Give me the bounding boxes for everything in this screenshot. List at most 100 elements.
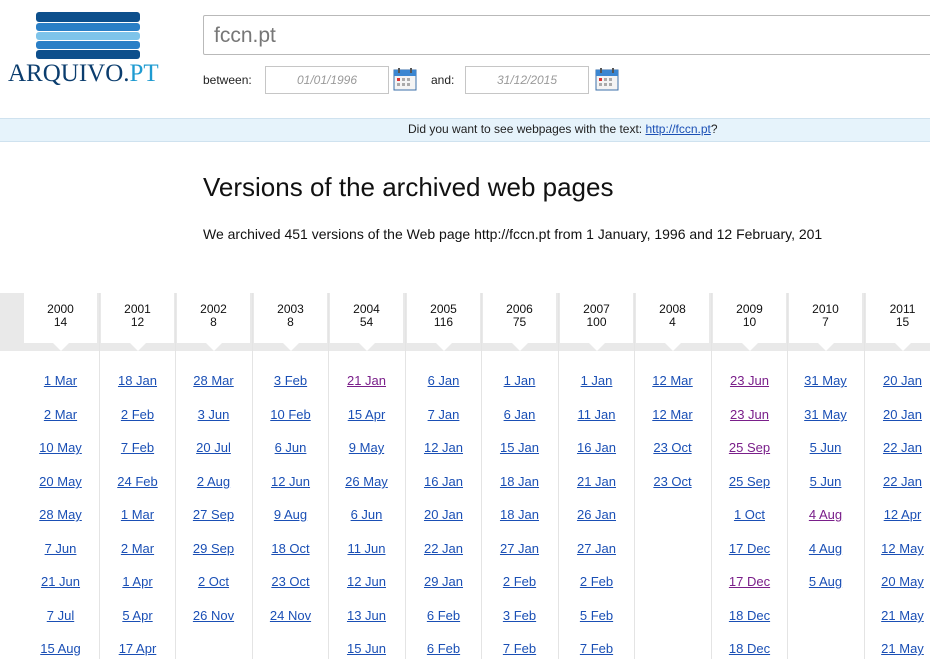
version-link[interactable]: 1 Apr bbox=[101, 574, 174, 589]
version-link[interactable]: 2 Mar bbox=[101, 541, 174, 556]
version-link[interactable]: 6 Jan bbox=[407, 373, 480, 388]
version-link[interactable]: 6 Jan bbox=[483, 407, 556, 422]
version-link[interactable]: 26 May bbox=[330, 474, 403, 489]
calendar-icon[interactable] bbox=[595, 67, 619, 91]
version-link[interactable]: 23 Oct bbox=[636, 440, 709, 455]
version-link[interactable]: 2 Feb bbox=[101, 407, 174, 422]
version-link[interactable]: 22 Jan bbox=[866, 474, 930, 489]
version-link[interactable]: 21 Jan bbox=[560, 474, 633, 489]
version-link[interactable]: 7 Jan bbox=[407, 407, 480, 422]
version-link[interactable]: 12 Jun bbox=[254, 474, 327, 489]
version-link[interactable]: 12 Mar bbox=[636, 407, 709, 422]
version-link[interactable]: 22 Jan bbox=[407, 541, 480, 556]
arquivo-logo[interactable]: ARQUIVO.PT bbox=[8, 12, 168, 87]
suggestion-link[interactable]: http://fccn.pt bbox=[645, 122, 710, 136]
version-link[interactable]: 24 Nov bbox=[254, 608, 327, 623]
version-link[interactable]: 27 Jan bbox=[560, 541, 633, 556]
version-link[interactable]: 15 Aug bbox=[24, 641, 97, 656]
version-link[interactable]: 18 Dec bbox=[713, 641, 786, 656]
version-link[interactable]: 23 Oct bbox=[254, 574, 327, 589]
version-link[interactable]: 5 Feb bbox=[560, 608, 633, 623]
version-link[interactable]: 15 Apr bbox=[330, 407, 403, 422]
version-link[interactable]: 18 Jan bbox=[483, 507, 556, 522]
version-link[interactable]: 13 Jun bbox=[330, 608, 403, 623]
version-link[interactable]: 18 Dec bbox=[713, 608, 786, 623]
version-link[interactable]: 20 Jan bbox=[407, 507, 480, 522]
version-link[interactable]: 7 Feb bbox=[483, 641, 556, 656]
version-link[interactable]: 3 Feb bbox=[254, 373, 327, 388]
version-link[interactable]: 11 Jun bbox=[330, 541, 403, 556]
version-link[interactable]: 12 Jan bbox=[407, 440, 480, 455]
version-link[interactable]: 17 Apr bbox=[101, 641, 174, 656]
version-link[interactable]: 7 Jun bbox=[24, 541, 97, 556]
version-link[interactable]: 7 Jul bbox=[24, 608, 97, 623]
version-link[interactable]: 25 Sep bbox=[713, 474, 786, 489]
version-link[interactable]: 12 Apr bbox=[866, 507, 930, 522]
version-link[interactable]: 6 Feb bbox=[407, 641, 480, 656]
version-link[interactable]: 12 May bbox=[866, 541, 930, 556]
version-link[interactable]: 1 Jan bbox=[560, 373, 633, 388]
version-link[interactable]: 16 Jan bbox=[560, 440, 633, 455]
version-link[interactable]: 23 Jun bbox=[713, 407, 786, 422]
version-link[interactable]: 27 Jan bbox=[483, 541, 556, 556]
version-link[interactable]: 2 Aug bbox=[177, 474, 250, 489]
version-link[interactable]: 28 May bbox=[24, 507, 97, 522]
version-link[interactable]: 21 Jan bbox=[330, 373, 403, 388]
version-link[interactable]: 7 Feb bbox=[101, 440, 174, 455]
version-link[interactable]: 9 Aug bbox=[254, 507, 327, 522]
version-link[interactable]: 2 Feb bbox=[560, 574, 633, 589]
version-link[interactable]: 9 May bbox=[330, 440, 403, 455]
version-link[interactable]: 25 Sep bbox=[713, 440, 786, 455]
version-link[interactable]: 18 Jan bbox=[483, 474, 556, 489]
version-link[interactable]: 1 Oct bbox=[713, 507, 786, 522]
version-link[interactable]: 20 May bbox=[24, 474, 97, 489]
version-link[interactable]: 16 Jan bbox=[407, 474, 480, 489]
version-link[interactable]: 2 Mar bbox=[24, 407, 97, 422]
version-link[interactable]: 21 Jun bbox=[24, 574, 97, 589]
version-link[interactable]: 12 Mar bbox=[636, 373, 709, 388]
version-link[interactable]: 2 Feb bbox=[483, 574, 556, 589]
version-link[interactable]: 21 May bbox=[866, 608, 930, 623]
version-link[interactable]: 31 May bbox=[789, 373, 862, 388]
version-link[interactable]: 10 Feb bbox=[254, 407, 327, 422]
version-link[interactable]: 4 Aug bbox=[789, 541, 862, 556]
version-link[interactable]: 17 Dec bbox=[713, 541, 786, 556]
version-link[interactable]: 3 Feb bbox=[483, 608, 556, 623]
version-link[interactable]: 22 Jan bbox=[866, 440, 930, 455]
version-link[interactable]: 5 Jun bbox=[789, 440, 862, 455]
version-link[interactable]: 6 Jun bbox=[254, 440, 327, 455]
version-link[interactable]: 20 Jan bbox=[866, 407, 930, 422]
version-link[interactable]: 10 May bbox=[24, 440, 97, 455]
version-link[interactable]: 6 Feb bbox=[407, 608, 480, 623]
version-link[interactable]: 17 Dec bbox=[713, 574, 786, 589]
version-link[interactable]: 6 Jun bbox=[330, 507, 403, 522]
to-date-input[interactable]: 31/12/2015 bbox=[465, 66, 589, 94]
version-link[interactable]: 5 Apr bbox=[101, 608, 174, 623]
version-link[interactable]: 3 Jun bbox=[177, 407, 250, 422]
version-link[interactable]: 23 Jun bbox=[713, 373, 786, 388]
version-link[interactable]: 2 Oct bbox=[177, 574, 250, 589]
version-link[interactable]: 18 Jan bbox=[101, 373, 174, 388]
version-link[interactable]: 29 Sep bbox=[177, 541, 250, 556]
version-link[interactable]: 29 Jan bbox=[407, 574, 480, 589]
version-link[interactable]: 24 Feb bbox=[101, 474, 174, 489]
version-link[interactable]: 7 Feb bbox=[560, 641, 633, 656]
version-link[interactable]: 12 Jun bbox=[330, 574, 403, 589]
search-input[interactable]: fccn.pt bbox=[203, 15, 930, 55]
version-link[interactable]: 1 Jan bbox=[483, 373, 556, 388]
version-link[interactable]: 11 Jan bbox=[560, 407, 633, 422]
version-link[interactable]: 5 Aug bbox=[789, 574, 862, 589]
version-link[interactable]: 15 Jan bbox=[483, 440, 556, 455]
from-date-input[interactable]: 01/01/1996 bbox=[265, 66, 389, 94]
version-link[interactable]: 1 Mar bbox=[101, 507, 174, 522]
version-link[interactable]: 28 Mar bbox=[177, 373, 250, 388]
version-link[interactable]: 20 May bbox=[866, 574, 930, 589]
version-link[interactable]: 26 Nov bbox=[177, 608, 250, 623]
version-link[interactable]: 4 Aug bbox=[789, 507, 862, 522]
version-link[interactable]: 18 Oct bbox=[254, 541, 327, 556]
version-link[interactable]: 23 Oct bbox=[636, 474, 709, 489]
version-link[interactable]: 15 Jun bbox=[330, 641, 403, 656]
version-link[interactable]: 31 May bbox=[789, 407, 862, 422]
version-link[interactable]: 20 Jan bbox=[866, 373, 930, 388]
version-link[interactable]: 5 Jun bbox=[789, 474, 862, 489]
